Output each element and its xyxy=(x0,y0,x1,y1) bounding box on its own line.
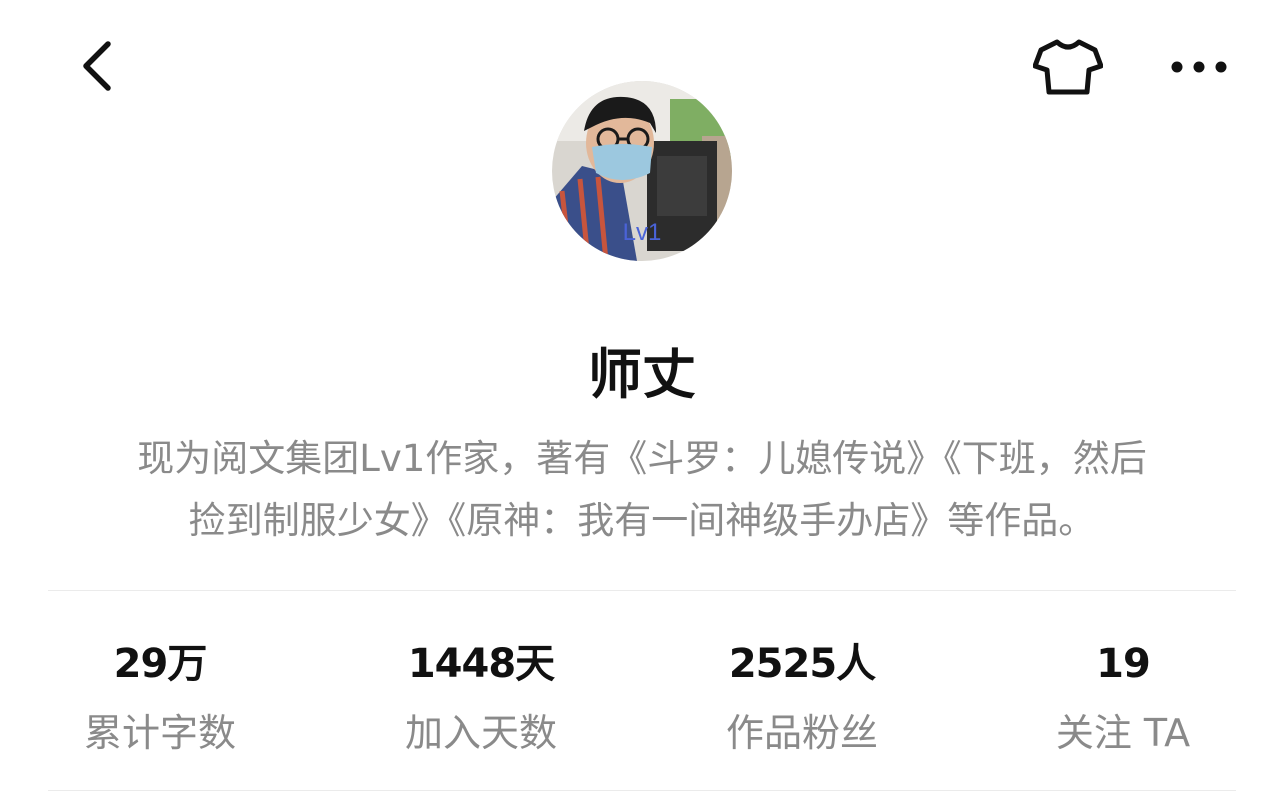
more-horizontal-icon xyxy=(1171,61,1227,73)
stat-value: 1448天 xyxy=(407,641,555,687)
stat-total-words[interactable]: 29万 累计字数 xyxy=(40,630,280,770)
bio-line: 捡到制服少女》《原神：我有一间神级手办店》等作品。 xyxy=(188,499,1096,542)
stat-fans[interactable]: 2525人 作品粉丝 xyxy=(682,630,922,770)
more-button[interactable] xyxy=(1166,40,1232,94)
back-button[interactable] xyxy=(66,36,126,96)
stat-label: 作品粉丝 xyxy=(725,711,878,755)
bio-line: 现为阅文集团Lv1作家，著有《斗罗：儿媳传说》《下班，然后 xyxy=(137,437,1147,480)
stat-label: 关注 TA xyxy=(1055,711,1191,755)
stats-row: 29万 累计字数 1448天 加入天数 2525人 作品粉丝 19 关注 TA xyxy=(0,630,1284,770)
avatar[interactable]: Lv1 xyxy=(552,81,732,261)
author-name: 师丈 xyxy=(588,343,696,406)
stat-value: 19 xyxy=(1096,641,1151,687)
avatar-level-badge: Lv1 xyxy=(622,219,662,246)
stat-label: 加入天数 xyxy=(404,711,557,755)
skin-button[interactable] xyxy=(1030,34,1106,100)
stat-label: 累计字数 xyxy=(83,711,236,755)
divider xyxy=(48,590,1236,591)
author-bio: 现为阅文集团Lv1作家，著有《斗罗：儿媳传说》《下班，然后 捡到制服少女》《原神… xyxy=(40,428,1244,552)
chevron-left-icon xyxy=(83,41,111,91)
stat-join-days[interactable]: 1448天 加入天数 xyxy=(361,630,601,770)
stat-following[interactable]: 19 关注 TA xyxy=(1003,630,1243,770)
stat-value: 29万 xyxy=(113,641,208,687)
stat-value: 2525人 xyxy=(728,641,876,687)
divider xyxy=(48,790,1236,791)
tshirt-icon xyxy=(1033,39,1103,95)
